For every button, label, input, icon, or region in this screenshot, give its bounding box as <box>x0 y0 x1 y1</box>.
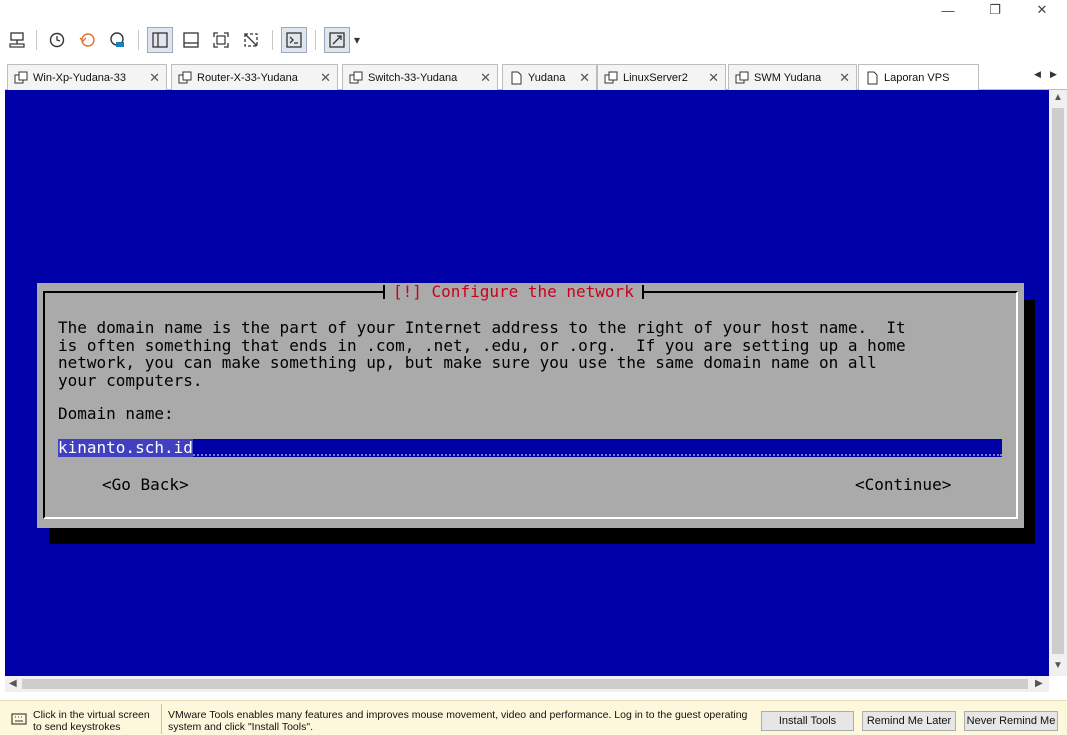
dialog-description: The domain name is the part of your Inte… <box>58 319 1008 389</box>
full-screen-icon <box>213 32 229 48</box>
show-thumbnail-bar-button[interactable] <box>178 27 204 53</box>
keyboard-icon <box>11 713 27 725</box>
close-icon: ✕ <box>1036 2 1048 17</box>
document-icon <box>511 71 522 84</box>
horizontal-scrollbar[interactable]: ◀ ▶ <box>5 676 1049 692</box>
thumbnail-bar-icon <box>183 32 199 48</box>
minimize-icon: — <box>941 2 955 18</box>
tab-label: Router-X-33-Yudana <box>197 71 298 84</box>
go-back-button[interactable]: <Go Back> <box>102 476 189 494</box>
scroll-left-icon[interactable]: ◀ <box>9 678 17 689</box>
virtual-machine-console[interactable]: [!] Configure the network The domain nam… <box>5 90 1049 676</box>
vertical-scroll-thumb[interactable] <box>1052 108 1064 654</box>
status-separator <box>161 704 162 734</box>
vmware-tools-message: VMware Tools enables many features and i… <box>168 709 748 733</box>
never-remind-me-button[interactable]: Never Remind Me <box>964 711 1058 731</box>
library-view-icon <box>152 32 168 48</box>
take-snapshot-button[interactable] <box>44 27 70 53</box>
install-tools-button[interactable]: Install Tools <box>761 711 854 731</box>
send-ctrl-alt-del-button[interactable] <box>4 27 30 53</box>
tab-label: LinuxServer2 <box>623 71 688 84</box>
stretch-guest-button[interactable] <box>324 27 350 53</box>
remind-me-later-button[interactable]: Remind Me Later <box>862 711 956 731</box>
close-window-button[interactable]: ✕ <box>1019 0 1065 20</box>
vm-icon <box>14 71 28 83</box>
close-tab-icon[interactable]: ✕ <box>839 70 850 86</box>
dialog-title-bar: [!] Configure the network <box>383 283 644 301</box>
unity-button[interactable] <box>238 27 264 53</box>
tab-linuxserver2[interactable]: LinuxServer2 ✕ <box>597 64 726 90</box>
tab-label: Yudana <box>528 71 566 84</box>
tab-scroll-right-icon[interactable]: ▶ <box>1050 69 1057 80</box>
toolbar-separator <box>272 30 273 50</box>
click-to-focus-hint: Click in the virtual screen to send keys… <box>33 709 150 733</box>
toolbar: ▾ <box>0 22 1067 56</box>
tab-switch-33-yudana[interactable]: Switch-33-Yudana ✕ <box>342 64 498 90</box>
horizontal-scroll-thumb[interactable] <box>22 679 1028 689</box>
description-line: your computers. <box>58 370 203 390</box>
continue-button[interactable]: <Continue> <box>855 476 951 494</box>
revert-snapshot-icon <box>79 33 95 47</box>
close-tab-icon[interactable]: ✕ <box>149 70 160 86</box>
domain-name-label: Domain name: <box>58 404 174 423</box>
input-underscore-fill <box>58 454 1002 456</box>
console-view-icon <box>286 32 302 48</box>
tab-label: Win-Xp-Yudana-33 <box>33 71 126 84</box>
send-ctrl-alt-del-icon <box>9 32 25 48</box>
domain-name-input[interactable]: kinanto.sch.id <box>58 439 1002 457</box>
vm-icon <box>178 71 192 83</box>
close-tab-icon[interactable]: ✕ <box>320 70 331 86</box>
restore-button[interactable]: ❐ <box>972 0 1018 20</box>
vmware-workstation-window: — ❐ ✕ ▾ Win-Xp-Yudana-33 ✕ Router-X-33-Y… <box>0 0 1067 735</box>
chevron-down-icon: ▾ <box>353 33 361 47</box>
vm-icon <box>735 71 749 83</box>
tab-label: SWM Yudana <box>754 71 822 84</box>
vm-icon <box>604 71 618 83</box>
description-line: The domain name is the part of your Inte… <box>58 318 906 337</box>
snapshot-manager-icon <box>110 32 124 47</box>
tab-laporan-vps[interactable]: Laporan VPS <box>858 64 979 90</box>
stretch-options-dropdown[interactable]: ▾ <box>350 27 364 53</box>
minimize-button[interactable]: — <box>925 0 971 20</box>
close-tab-icon[interactable]: ✕ <box>708 70 719 86</box>
stretch-guest-icon <box>329 32 345 48</box>
document-icon <box>867 71 878 84</box>
tab-label: Switch-33-Yudana <box>368 71 458 84</box>
vmware-tools-notification-bar: Click in the virtual screen to send keys… <box>0 700 1067 735</box>
show-library-button[interactable] <box>147 27 173 53</box>
tab-yudana[interactable]: Yudana ✕ <box>502 64 597 90</box>
scroll-down-icon[interactable]: ▼ <box>1053 660 1063 671</box>
tab-swm-yudana[interactable]: SWM Yudana ✕ <box>728 64 857 90</box>
restore-icon: ❐ <box>989 2 1001 17</box>
vm-tab-bar: Win-Xp-Yudana-33 ✕ Router-X-33-Yudana ✕ … <box>5 62 1067 90</box>
snapshot-icon <box>49 32 65 48</box>
scroll-up-icon[interactable]: ▲ <box>1053 92 1063 103</box>
tab-win-xp-yudana-33[interactable]: Win-Xp-Yudana-33 ✕ <box>7 64 167 90</box>
description-line: network, you can make something up, but … <box>58 353 877 372</box>
vertical-scrollbar[interactable]: ▲ ▼ <box>1049 90 1067 676</box>
tab-scroll-left-icon[interactable]: ◀ <box>1034 69 1041 80</box>
tab-router-x-33-yudana[interactable]: Router-X-33-Yudana ✕ <box>171 64 338 90</box>
close-tab-icon[interactable]: ✕ <box>480 70 491 86</box>
toolbar-separator <box>315 30 316 50</box>
vm-icon <box>349 71 363 83</box>
unity-icon <box>244 33 258 47</box>
console-view-button[interactable] <box>281 27 307 53</box>
domain-name-value: kinanto.sch.id <box>58 439 193 457</box>
toolbar-separator <box>138 30 139 50</box>
toolbar-separator <box>36 30 37 50</box>
tab-label: Laporan VPS <box>884 71 950 84</box>
close-tab-icon[interactable]: ✕ <box>579 70 590 86</box>
description-line: is often something that ends in .com, .n… <box>58 335 906 355</box>
snapshot-manager-button[interactable] <box>104 27 130 53</box>
revert-snapshot-button[interactable] <box>74 27 100 53</box>
dialog-title: [!] Configure the network <box>393 282 634 302</box>
configure-network-dialog: [!] Configure the network The domain nam… <box>37 283 1024 528</box>
full-screen-button[interactable] <box>208 27 234 53</box>
scroll-right-icon[interactable]: ▶ <box>1035 678 1043 689</box>
